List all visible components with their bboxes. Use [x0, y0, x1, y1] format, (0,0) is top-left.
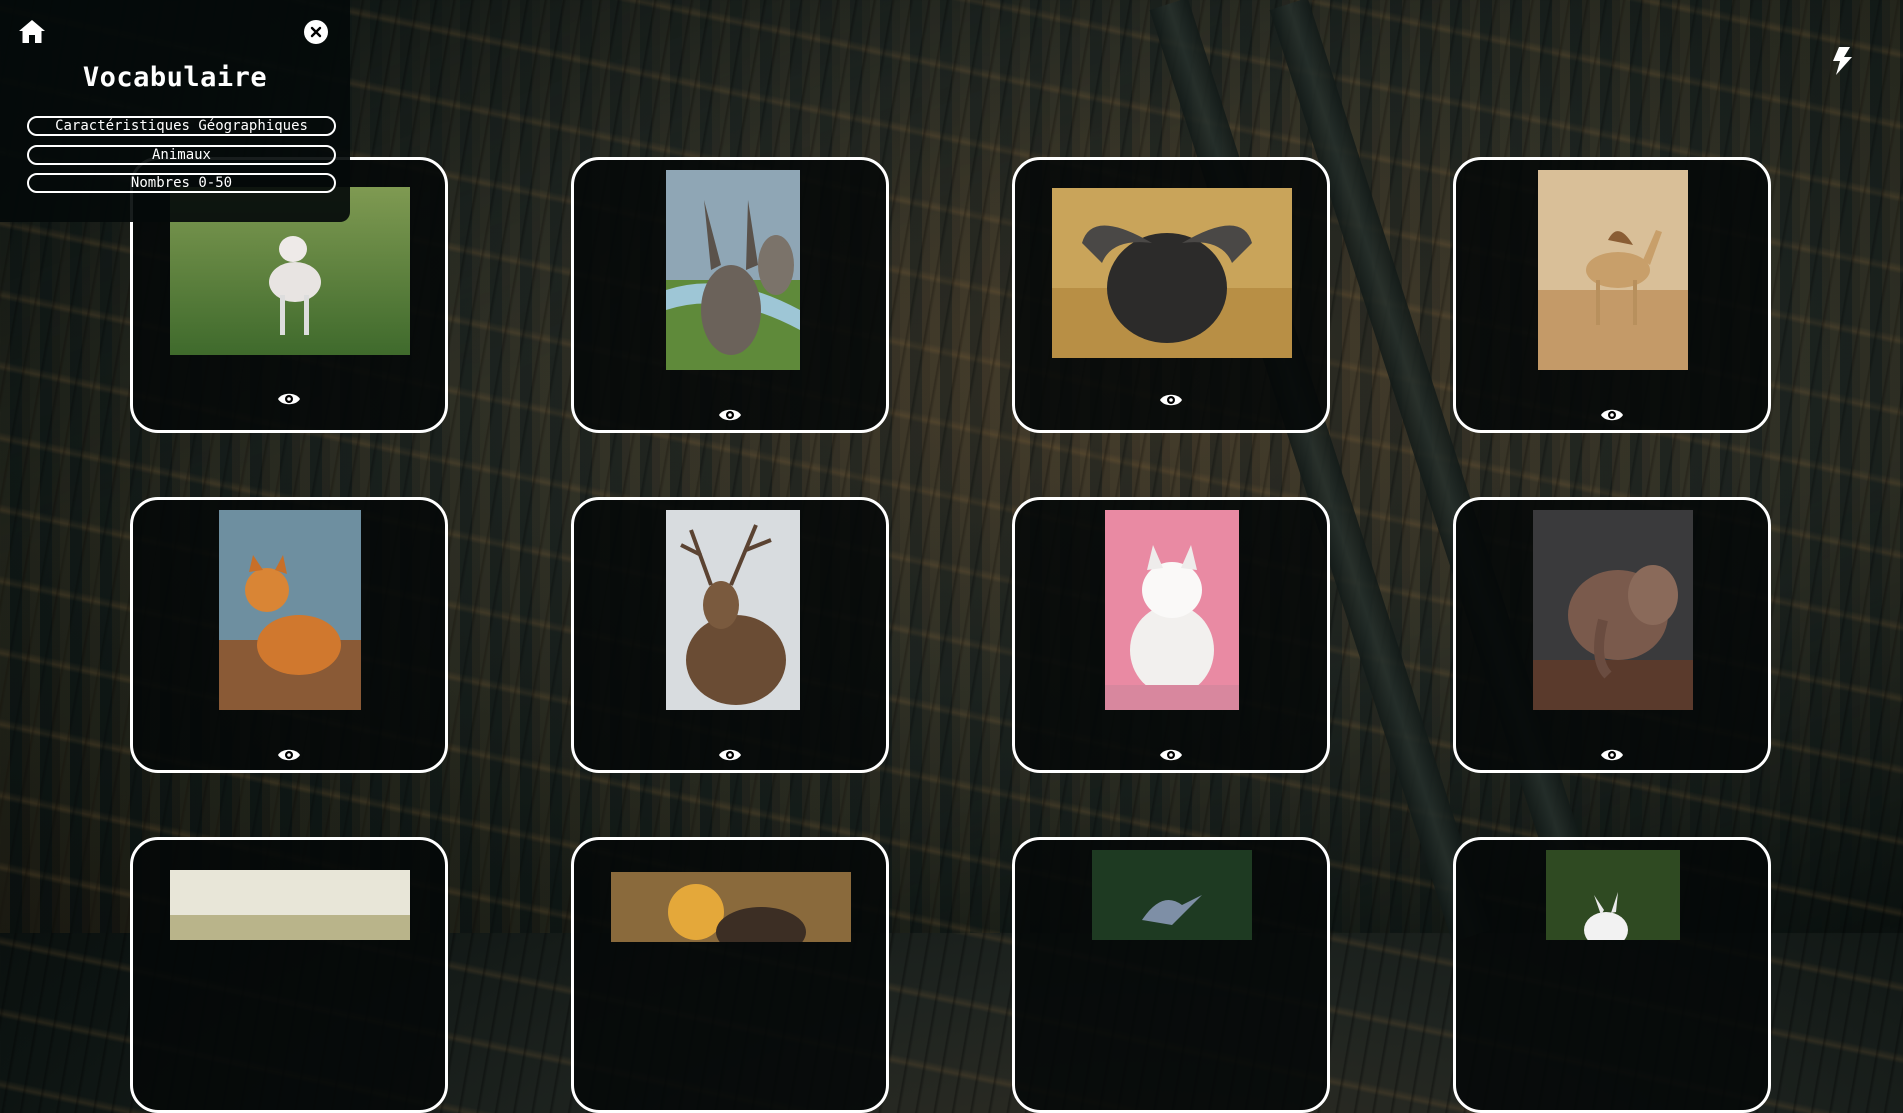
eye-icon[interactable] — [718, 746, 742, 764]
eye-icon[interactable] — [1159, 391, 1183, 409]
eye-icon[interactable] — [277, 746, 301, 764]
card-dog[interactable] — [1012, 497, 1330, 773]
eye-icon[interactable] — [277, 390, 301, 408]
picture-bunny — [1546, 850, 1680, 940]
eye-icon[interactable] — [1600, 746, 1624, 764]
bolt-icon[interactable] — [1830, 46, 1854, 76]
picture-hedgehog — [611, 872, 851, 942]
card-heron[interactable] — [1012, 837, 1330, 1113]
picture-buffalo — [1052, 188, 1292, 358]
picture-dog — [1105, 510, 1239, 710]
card-donkey[interactable] — [571, 157, 889, 433]
close-icon[interactable] — [304, 20, 328, 44]
eye-icon[interactable] — [1600, 406, 1624, 424]
picture-donkey — [666, 170, 800, 370]
picture-deer — [666, 510, 800, 710]
card-elephant[interactable] — [1453, 497, 1771, 773]
home-icon[interactable] — [18, 18, 46, 44]
card-buffalo[interactable] — [1012, 157, 1330, 433]
eye-icon[interactable] — [1159, 746, 1183, 764]
menu-item-geographie[interactable]: Caractéristiques Géographiques — [27, 116, 336, 136]
picture-elephant — [1533, 510, 1693, 710]
card-cat[interactable] — [130, 497, 448, 773]
menu-item-nombres[interactable]: Nombres 0-50 — [27, 173, 336, 193]
eye-icon[interactable] — [718, 406, 742, 424]
card-deer[interactable] — [571, 497, 889, 773]
picture-cat — [219, 510, 361, 710]
card-bunny[interactable] — [1453, 837, 1771, 1113]
picture-heron — [1092, 850, 1252, 940]
vocabulary-panel: Vocabulaire Caractéristiques Géographiqu… — [0, 0, 350, 222]
menu-item-animaux[interactable]: Animaux — [27, 145, 336, 165]
card-rabbit[interactable] — [130, 837, 448, 1113]
card-camel[interactable] — [1453, 157, 1771, 433]
picture-rabbit — [170, 870, 410, 940]
picture-camel — [1538, 170, 1688, 370]
card-hedgehog[interactable] — [571, 837, 889, 1113]
panel-title: Vocabulaire — [82, 62, 268, 93]
